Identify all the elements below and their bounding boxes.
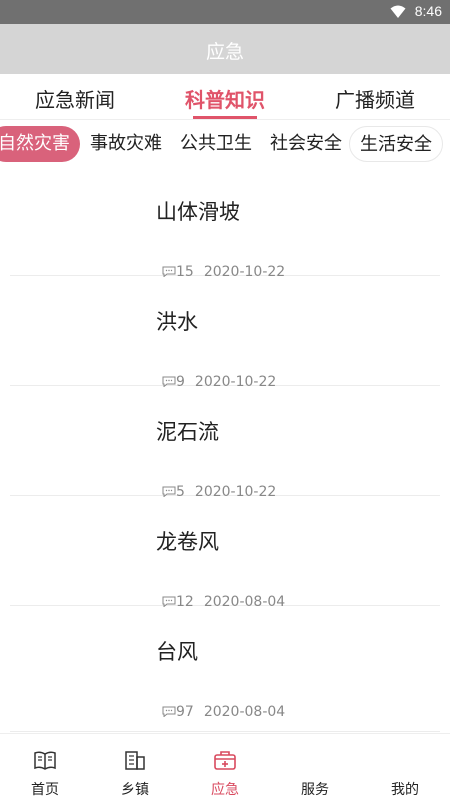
tab-science-knowledge[interactable]: 科普知识 — [185, 84, 265, 113]
wifi-icon — [390, 5, 406, 18]
medkit-icon — [214, 751, 236, 770]
nav-home-label: 首页 — [31, 782, 59, 798]
article-title: 洪水 — [156, 310, 198, 334]
article-title: 台风 — [156, 640, 198, 664]
nav-town[interactable]: 乡镇 — [90, 734, 180, 800]
comment-icon — [162, 706, 176, 717]
nav-mine-label: 我的 — [391, 782, 419, 798]
app-bar: 应急 — [0, 24, 450, 74]
bottom-nav: 首页 乡镇 应急 服务 我的 — [0, 733, 450, 800]
list-item[interactable]: 山体滑坡 15 2020-10-22 — [10, 166, 440, 280]
active-tab-indicator — [193, 116, 257, 119]
article-meta: 97 2020-08-04 — [162, 704, 285, 720]
list-item[interactable]: 台风 97 2020-08-04 — [10, 606, 440, 732]
nav-town-label: 乡镇 — [121, 782, 149, 798]
comment-count: 97 — [176, 704, 194, 720]
status-time: 8:46 — [414, 3, 442, 19]
service-icon — [303, 748, 327, 772]
chip-public-health[interactable]: 公共卫生 — [170, 126, 262, 162]
nav-emergency[interactable]: 应急 — [180, 734, 270, 800]
list-item[interactable]: 泥石流 5 2020-10-22 — [10, 386, 440, 500]
tab-emergency-news[interactable]: 应急新闻 — [35, 84, 115, 113]
nav-mine[interactable]: 我的 — [360, 734, 450, 800]
chip-accident-disaster[interactable]: 事故灾难 — [80, 126, 172, 162]
nav-home[interactable]: 首页 — [0, 734, 90, 800]
nav-service[interactable]: 服务 — [270, 734, 360, 800]
book-icon — [34, 751, 56, 770]
chip-life-safety[interactable]: 生活安全 — [349, 126, 443, 162]
category-chips: 自然灾害 事故灾难 公共卫生 社会安全 生活安全 — [0, 124, 450, 164]
nav-service-label: 服务 — [301, 782, 329, 798]
user-icon — [393, 748, 417, 772]
chip-social-safety[interactable]: 社会安全 — [260, 126, 352, 162]
article-title: 泥石流 — [156, 420, 219, 444]
article-title: 山体滑坡 — [156, 200, 240, 224]
chip-natural-disaster[interactable]: 自然灾害 — [0, 126, 80, 162]
tab-broadcast-channel[interactable]: 广播频道 — [335, 84, 415, 113]
page-title: 应急 — [205, 41, 244, 63]
nav-emergency-label: 应急 — [211, 782, 239, 798]
article-title: 龙卷风 — [156, 530, 219, 554]
building-icon — [125, 751, 145, 770]
list-item[interactable]: 龙卷风 12 2020-08-04 — [10, 496, 440, 610]
list-item[interactable]: 洪水 9 2020-10-22 — [10, 276, 440, 390]
status-bar: 8:46 — [0, 0, 450, 24]
tab-bar: 应急新闻 科普知识 广播频道 — [0, 74, 450, 120]
article-date: 2020-08-04 — [203, 704, 286, 720]
